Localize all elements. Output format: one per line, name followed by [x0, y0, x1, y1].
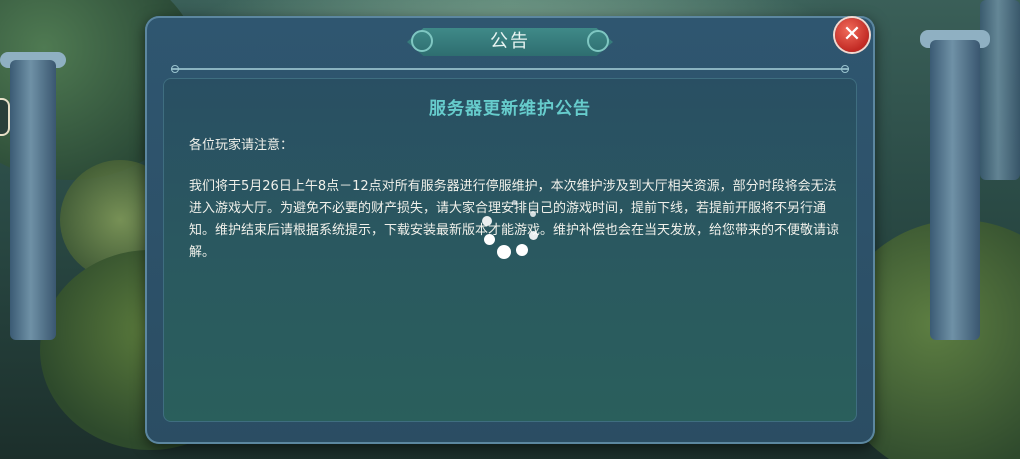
pillar-left [10, 60, 56, 340]
side-tab-handle[interactable] [0, 98, 10, 136]
title-divider [171, 68, 849, 70]
spinner-dot [516, 244, 528, 256]
pillar-right [930, 40, 980, 340]
close-button[interactable]: ✕ [835, 18, 869, 52]
divider-ornament-left-icon [171, 65, 179, 73]
notice-heading: 服务器更新维护公告 [429, 99, 591, 119]
spinner-dot [512, 200, 517, 205]
spinner-dot [529, 231, 538, 240]
dialog-title: 公告 [490, 31, 530, 52]
close-icon: ✕ [842, 22, 862, 47]
loading-spinner-icon [482, 198, 542, 262]
divider-ornament-right-icon [841, 65, 849, 73]
spinner-dot [530, 211, 536, 217]
spinner-dot [484, 234, 495, 245]
notice-greeting: 各位玩家请注意： [189, 138, 294, 153]
spinner-dot [497, 245, 511, 259]
spinner-dot [482, 216, 492, 226]
pillar-far-right [980, 0, 1020, 180]
